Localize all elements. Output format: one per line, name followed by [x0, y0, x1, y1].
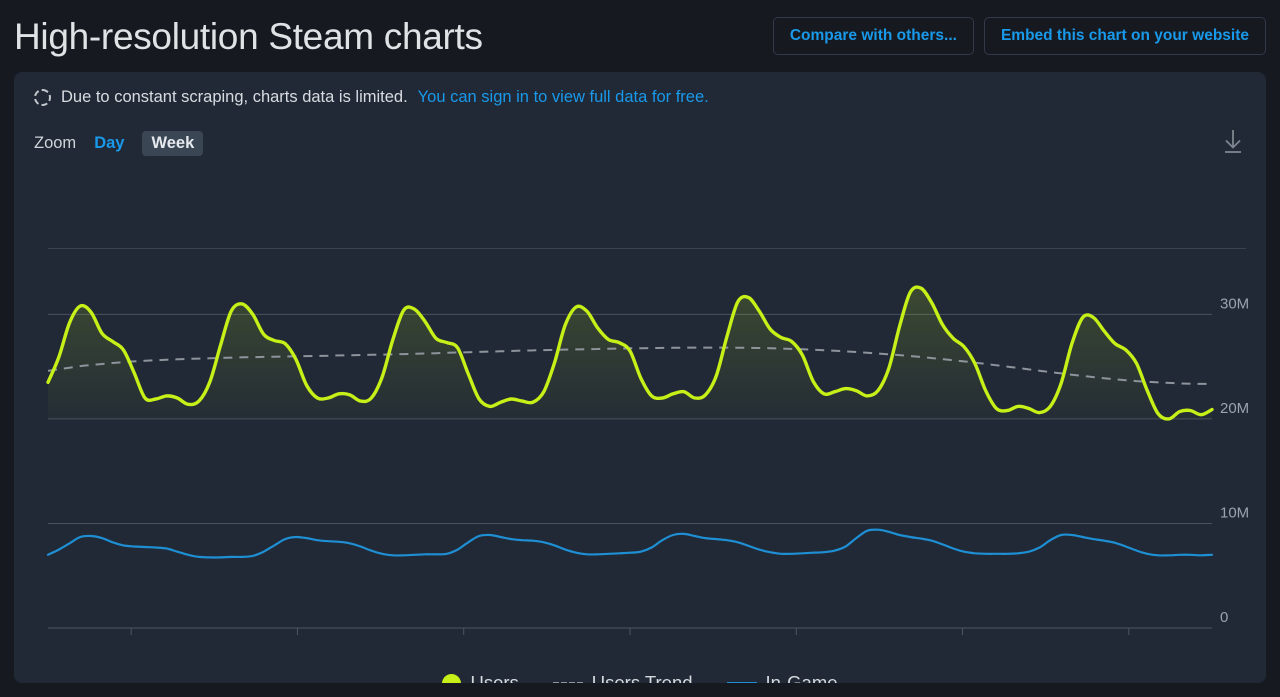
- download-icon[interactable]: [1220, 126, 1246, 161]
- page-header: High-resolution Steam charts Compare wit…: [0, 0, 1280, 72]
- zoom-label: Zoom: [34, 133, 77, 152]
- legend-label-users-trend: Users Trend: [591, 672, 693, 683]
- spinner-icon: [34, 89, 51, 106]
- limited-data-notice: Due to constant scraping, charts data is…: [14, 72, 1266, 117]
- legend-item-ingame[interactable]: In-Game: [726, 672, 838, 683]
- y-axis-tick-label: 10M: [1220, 504, 1249, 521]
- users-trend-marker-icon: [552, 682, 583, 683]
- legend-item-users-trend[interactable]: Users Trend: [552, 672, 693, 683]
- chart-area[interactable]: 010M20M30M 4. Jan5. Jan6. Jan7. Jan8. Ja…: [14, 258, 1266, 638]
- zoom-option-week[interactable]: Week: [142, 130, 204, 156]
- y-axis-labels: 0 10M 20M 30M: [1220, 295, 1249, 626]
- sign-in-link[interactable]: You can sign in to view full data for fr…: [418, 88, 709, 107]
- zoom-controls: Zoom Day Week: [14, 117, 1266, 161]
- embed-chart-button[interactable]: Embed this chart on your website: [983, 17, 1266, 55]
- page-title: High-resolution Steam charts: [14, 15, 483, 57]
- y-axis-tick-label: 0: [1220, 609, 1228, 626]
- notice-text: Due to constant scraping, charts data is…: [61, 88, 408, 106]
- chart-legend: Users Users Trend In-Game: [14, 672, 1266, 683]
- chart-axis: [48, 627, 1212, 635]
- legend-item-users[interactable]: Users: [442, 672, 519, 683]
- users-marker-icon: [442, 673, 462, 683]
- ingame-marker-icon: [726, 682, 757, 683]
- y-axis-tick-label: 20M: [1220, 400, 1249, 417]
- legend-label-users: Users: [470, 672, 519, 683]
- legend-label-ingame: In-Game: [765, 672, 838, 683]
- toolbar-divider: [48, 248, 1246, 249]
- y-axis-tick-label: 30M: [1220, 295, 1249, 312]
- ingame-series-line: [46, 528, 1214, 559]
- compare-with-others-button[interactable]: Compare with others...: [772, 17, 974, 55]
- steamdb-charts-page: High-resolution Steam charts Compare wit…: [0, 0, 1280, 697]
- steam-users-chart[interactable]: 010M20M30M 4. Jan5. Jan6. Jan7. Jan8. Ja…: [14, 258, 1266, 638]
- zoom-option-day[interactable]: Day: [90, 131, 128, 156]
- chart-card: Due to constant scraping, charts data is…: [14, 72, 1266, 683]
- header-actions: Compare with others... Embed this chart …: [772, 17, 1266, 55]
